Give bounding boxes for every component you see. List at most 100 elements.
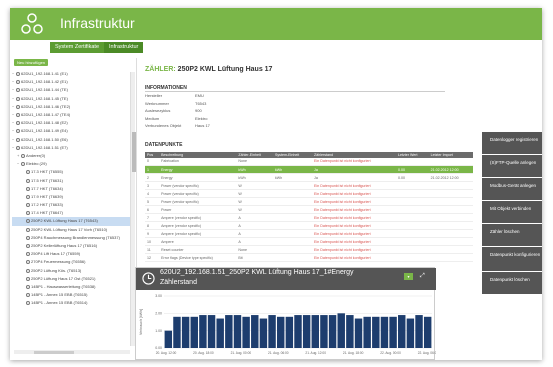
tree-node[interactable]: −62DU1_192.168.1.47 (TE4) <box>12 111 130 119</box>
x-tick-label: 21. Aug. 06:00 <box>268 351 289 355</box>
x-tick-label: 21. Aug. 12:00 <box>305 351 326 355</box>
table-cell-sunit <box>272 221 313 230</box>
table-cell-import <box>428 245 473 254</box>
table-cell-pos: 3 <box>145 181 160 190</box>
scrollbar-thumb[interactable] <box>131 132 136 172</box>
table-cell-desc: Ampere (vendor specific) <box>159 229 237 238</box>
table-cell-import <box>428 237 473 246</box>
bar <box>423 316 432 348</box>
tree-node[interactable]: −62DU1_192.168.1.42 (E1) <box>12 78 130 86</box>
table-row[interactable]: 1 Energy kWh kWh Ja 0.00 21.02.2012 12:00 <box>145 165 473 174</box>
info-value: 900 <box>195 108 202 113</box>
table-row[interactable]: 12 Error flags (Device type specific) Bit E… <box>145 253 473 262</box>
action-menu-item[interactable]: (S)FTP-Quelle anlegen <box>482 155 542 177</box>
datapoints-table: Pos Beschreibung Zähler-Einheit System-Einh… <box>145 151 473 262</box>
node-circle-icon <box>26 186 30 191</box>
bar <box>251 315 259 348</box>
table-row[interactable]: 7 Ampere (vendor specific) A Ein Datenpunkt… <box>145 213 473 222</box>
tree-node[interactable]: 17.5 HKT (T6631) <box>12 176 130 184</box>
tree-node[interactable]: 14BP1 - Annex 15 EBB (T6515) <box>12 291 130 299</box>
tree-node[interactable]: −62DU1_192.168.1.48 (E2) <box>12 119 130 127</box>
action-menu-item[interactable]: Mit Objekt verbinden <box>482 201 542 223</box>
tree-node[interactable]: 250P2 Kellerlüftung Haus 17 (T6516) <box>12 242 130 250</box>
tree-node[interactable]: 250P2 Lüftung Kös. (T6513) <box>12 267 130 275</box>
action-menu-item[interactable]: Zähler löschen <box>482 224 542 246</box>
tree-node[interactable]: −62DU1_192.168.1.45 (TE) <box>12 95 130 103</box>
table-cell-stand: Ja <box>312 165 396 174</box>
table-row[interactable]: 10 Ampere A Ein Datenpunkt ist nicht konfig… <box>145 237 473 246</box>
table-cell-sunit <box>272 245 313 254</box>
node-circle-icon <box>26 235 30 240</box>
table-cell-last: 0.00 <box>396 173 429 182</box>
hscrollbar-thumb[interactable] <box>34 350 74 354</box>
y-tick-label: 3.00 <box>155 294 162 298</box>
tree-node[interactable]: −62DU1_192.168.1.41 (E1) <box>12 70 130 78</box>
tree-node-label: Elektro (29) <box>26 161 47 167</box>
tree-node[interactable]: 14BP1 - Annex 15 EBB (T6514) <box>12 299 130 307</box>
action-menu-item[interactable]: Datenlogger registrieren <box>482 132 542 154</box>
table-cell-sunit <box>272 229 313 238</box>
tree-node[interactable]: 250P4 Rauchmessung Brandlenmessung (T653… <box>12 234 130 242</box>
x-tick-label: 20. Aug. 18:00 <box>193 351 214 355</box>
tab-infrastruktur[interactable]: Infrastruktur <box>104 42 144 53</box>
table-cell-stand: Ja <box>312 173 396 182</box>
tree-node[interactable]: − Elektro (29) <box>12 160 130 168</box>
tree-node[interactable]: −62DU1_192.168.1.49 (E4) <box>12 127 130 135</box>
tabs: System Zertifikate Infrastruktur <box>50 42 144 53</box>
tree-node[interactable]: 250P2 KWL Lüftung Haus 17 (T6543) <box>12 217 130 226</box>
tree-node-label: 250P2 KWL Lüftung Haus 17 Vorh (T6510) <box>31 226 108 232</box>
table-cell-zunit: None <box>236 157 273 166</box>
bar <box>276 316 285 348</box>
node-circle-icon <box>16 72 20 77</box>
table-row[interactable]: 11 Reset counter None Ein Datenpunkt ist ni… <box>145 245 473 254</box>
table-row[interactable]: 3 Power (vendor specific) W Ein Datenpunkt … <box>145 181 473 190</box>
tree-node[interactable]: + Anderer(0) <box>12 152 130 160</box>
bar <box>406 318 415 348</box>
tree-node[interactable]: 17.2 HKT (T6633) <box>12 201 130 209</box>
tree-node[interactable]: −62DU1_192.168.1.46 (TE2) <box>12 103 130 111</box>
y-axis-label: Verbrauch [kWh] <box>139 309 143 335</box>
table-cell-sunit <box>272 205 313 214</box>
datapoints-heading: DATENPUNKTE <box>145 141 183 148</box>
table-cell-stand: Ein Datenpunkt ist nicht konfiguriert <box>312 237 396 246</box>
expand-icon[interactable]: ⤢ <box>420 273 425 280</box>
table-cell-last <box>396 157 429 166</box>
x-tick-label: 21. Aug. 18:00 <box>343 351 364 355</box>
table-cell-desc: Ampere (vendor specific) <box>159 213 237 222</box>
table-row[interactable]: 9 Ampere (vendor specific) A Ein Datenpunkt… <box>145 229 473 238</box>
action-menu-item[interactable]: Datenpunkt löschen <box>482 272 542 294</box>
table-cell-sunit: kWh <box>272 173 313 182</box>
table-cell-zunit: A <box>236 221 273 230</box>
tree-node[interactable]: −62DU1_192.168.1.51 (E7) <box>12 144 130 152</box>
table-row[interactable]: 0 Fabrication None Ein Datenpunkt ist nicht… <box>145 157 473 166</box>
tree-node[interactable]: 17.9 HKT (T6639) <box>12 193 130 201</box>
tree-node[interactable]: 17.7 HKT (T6634) <box>12 185 130 193</box>
tree-node[interactable]: 250P2 Lüftung Haus 17 Ost (T6521) <box>12 275 130 283</box>
table-row[interactable]: 2 Energy kWh kWh Ja 0.00 21.02.2012 12:00 <box>145 173 473 182</box>
chart-title-line1: 620U2_192.168.1.51_250P2 KWL Lüftung Hau… <box>160 269 354 276</box>
tree-node[interactable]: 14BP1 - Hauswasserleitung (T6538) <box>12 283 130 291</box>
action-menu-item[interactable]: Datenpunkt konfigurieren <box>482 247 542 271</box>
table-row[interactable]: 4 Power (vendor specific) W Ein Datenpunkt … <box>145 189 473 198</box>
chart-title-line2: Zählerstand <box>160 279 197 286</box>
table-cell-last <box>396 181 429 190</box>
tree-node[interactable]: 17.3 HKT (T6555) <box>12 168 130 176</box>
tree-node[interactable]: 17.4 HKT (T6647) <box>12 209 130 217</box>
tree-node[interactable]: 250P4 Lift Haus 17 (T6559) <box>12 250 130 258</box>
sidebar-hscrollbar[interactable] <box>14 350 130 354</box>
tree-node[interactable]: −62DU1_192.168.1.50 (E6) <box>12 136 130 144</box>
new-item-button[interactable]: Neu hinzufügen <box>14 59 49 66</box>
tree-node-label: 250P2 Lüftung Haus 17 Ost (T6521) <box>31 275 96 281</box>
node-circle-icon <box>16 80 20 85</box>
table-row[interactable]: 6 Power W Ein Datenpunkt ist nicht konfigur… <box>145 205 473 214</box>
tree-node[interactable]: −62DU1_192.168.1.44 (TE) <box>12 86 130 94</box>
tree-node-label: 250P2 KWL Lüftung Haus 17 (T6543) <box>31 218 98 224</box>
tab-system-zertifikate[interactable]: System Zertifikate <box>50 42 104 53</box>
tree-node[interactable]: 270P4 Feuermessung (T6556) <box>12 258 130 266</box>
table-row[interactable]: 8 Ampere (vendor specific) A Ein Datenpunkt… <box>145 221 473 230</box>
action-menu-item[interactable]: Modbus-Gerät anlegen <box>482 178 542 200</box>
tree-node[interactable]: 250P2 KWL Lüftung Haus 17 Vorh (T6510) <box>12 226 130 234</box>
chart-menu-button[interactable]: ▾ <box>404 273 413 280</box>
table-row[interactable]: 5 Power (vendor specific) W Ein Datenpunkt … <box>145 197 473 206</box>
table-cell-import <box>428 221 473 230</box>
